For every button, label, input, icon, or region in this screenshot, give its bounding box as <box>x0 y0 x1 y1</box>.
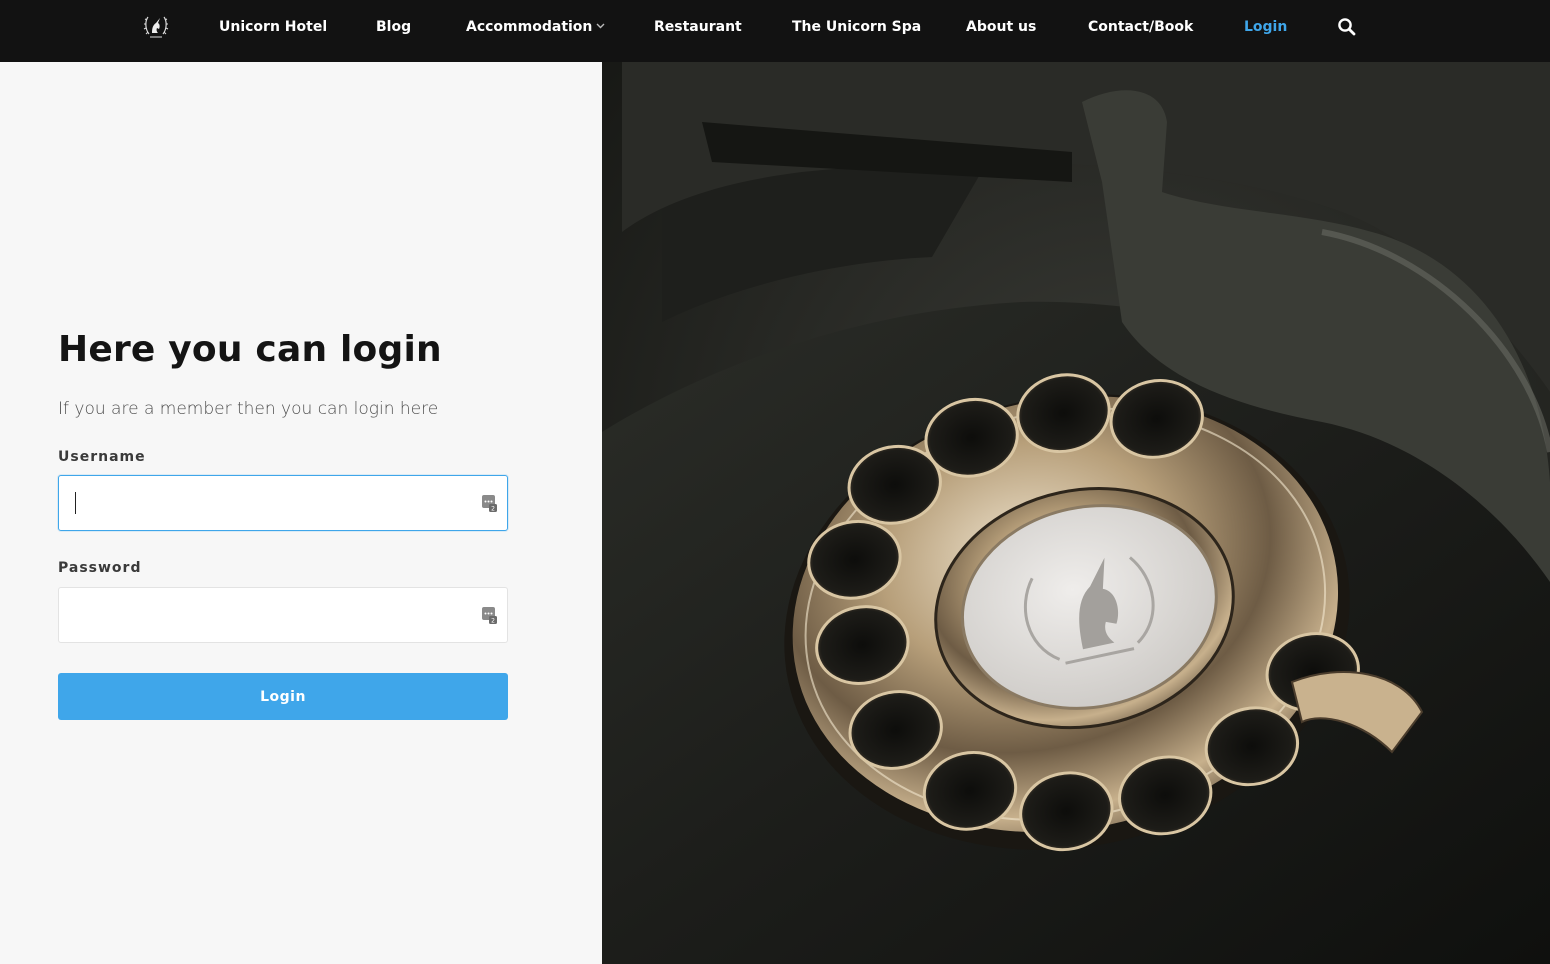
chevron-down-icon <box>596 23 605 29</box>
page-title: Here you can login <box>58 329 442 370</box>
password-manager-icon[interactable]: 2 <box>481 494 497 512</box>
text-cursor <box>75 492 76 514</box>
login-button[interactable]: Login <box>58 673 508 720</box>
nav-unicorn-hotel[interactable]: Unicorn Hotel <box>219 18 327 36</box>
password-input[interactable] <box>73 588 473 642</box>
nav-accommodation[interactable]: Accommodation <box>466 18 605 36</box>
nav-unicorn-spa[interactable]: The Unicorn Spa <box>792 18 921 36</box>
unicorn-logo-icon[interactable] <box>141 11 171 41</box>
svg-text:2: 2 <box>491 506 495 513</box>
password-manager-icon[interactable]: 2 <box>481 606 497 624</box>
search-icon[interactable] <box>1337 17 1357 37</box>
nav-contact-book[interactable]: Contact/Book <box>1088 18 1193 36</box>
nav-restaurant[interactable]: Restaurant <box>654 18 742 36</box>
hero-image <box>602 62 1550 964</box>
username-label: Username <box>58 449 146 465</box>
nav-accommodation-label: Accommodation <box>466 19 593 35</box>
rotary-telephone-illustration <box>602 62 1550 964</box>
top-navigation: Unicorn Hotel Blog Accommodation Restaur… <box>0 0 1550 62</box>
password-label: Password <box>58 560 142 576</box>
nav-about-us[interactable]: About us <box>966 18 1036 36</box>
username-input[interactable] <box>73 476 473 530</box>
nav-login[interactable]: Login <box>1244 18 1287 36</box>
username-field-wrapper: 2 <box>58 475 508 531</box>
password-field-wrapper: 2 <box>58 587 508 643</box>
login-subtitle: If you are a member then you can login h… <box>58 399 439 419</box>
nav-blog[interactable]: Blog <box>376 18 411 36</box>
svg-text:2: 2 <box>491 618 495 625</box>
